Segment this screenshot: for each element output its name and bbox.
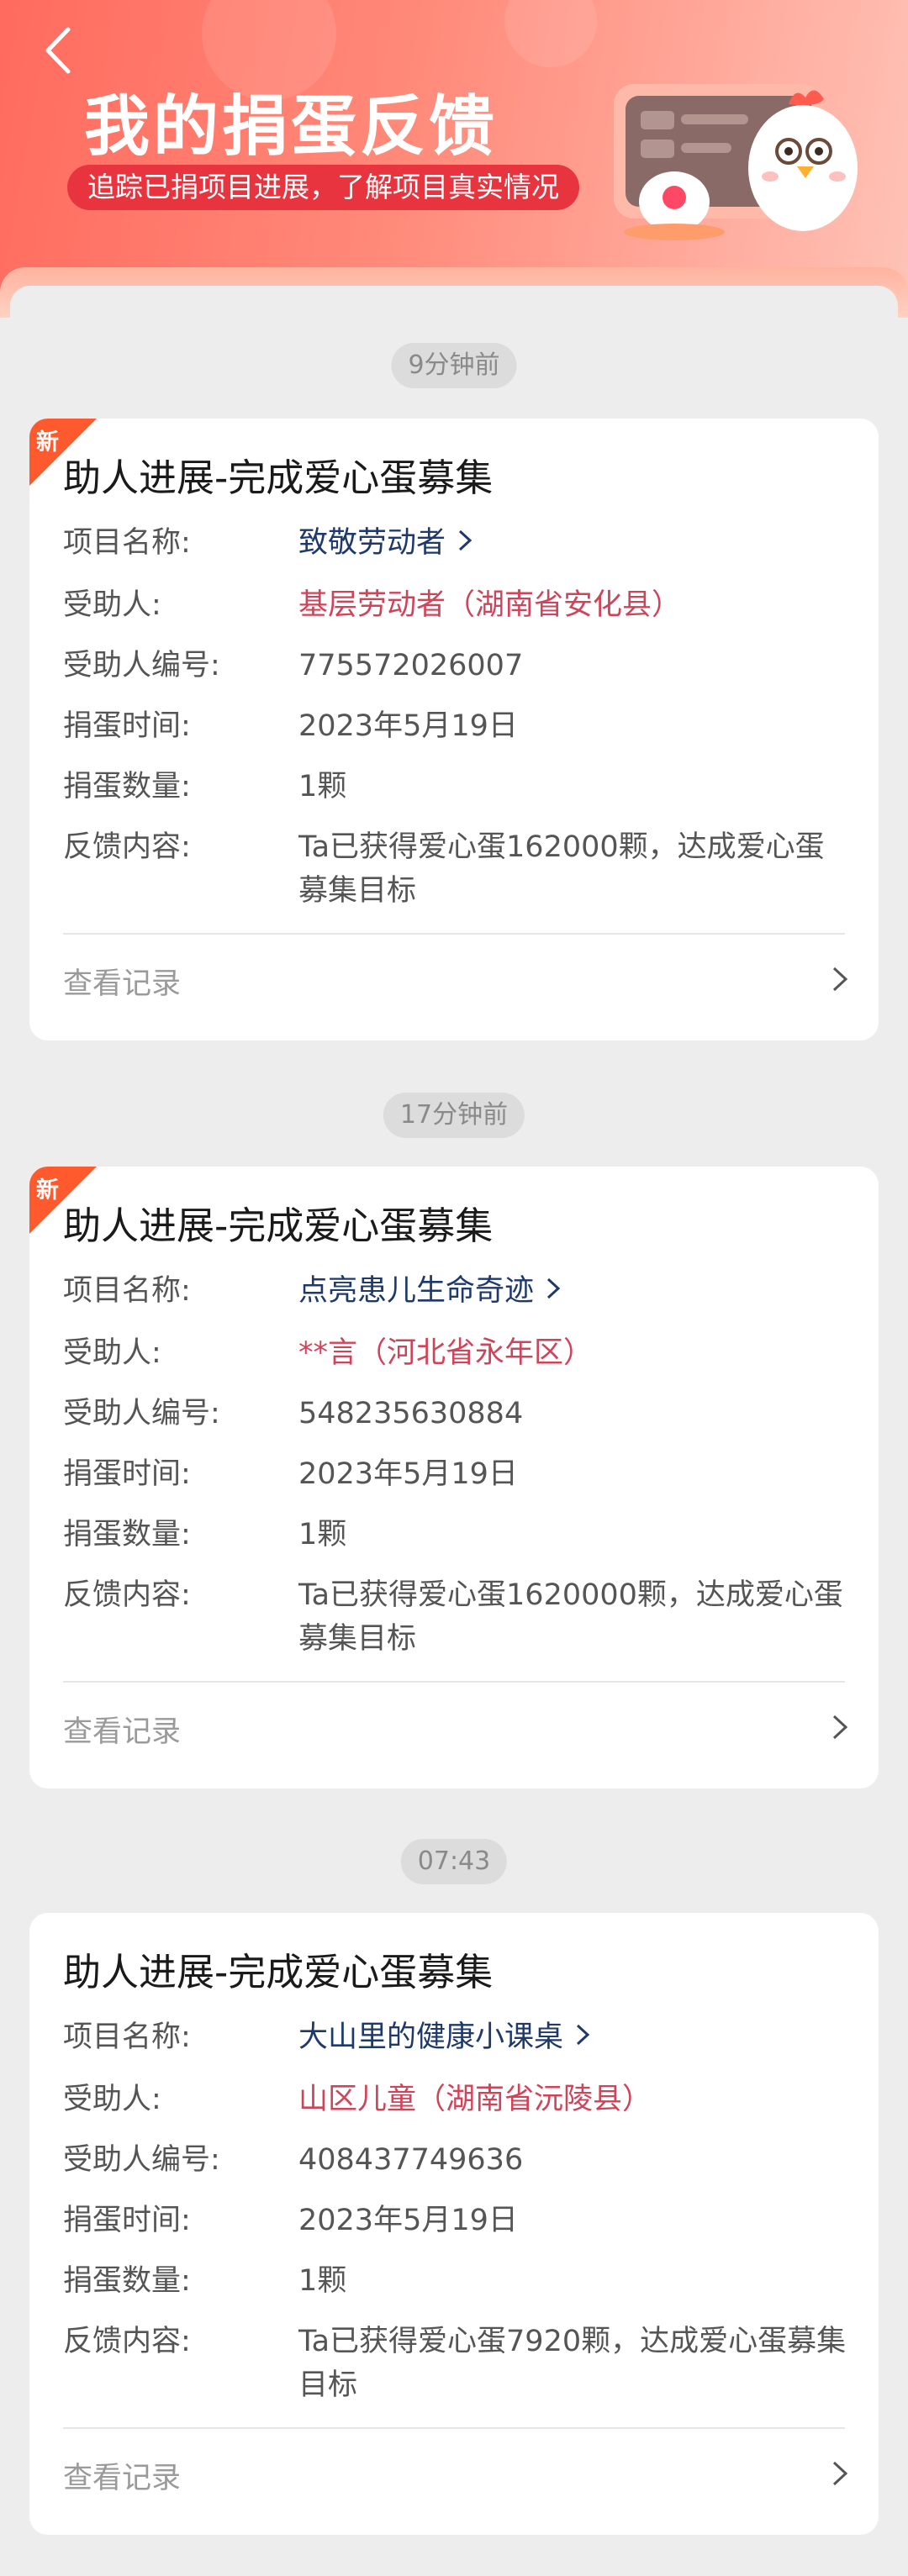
egg-count-value: 1颗: [298, 2264, 347, 2298]
timestamp-pill: 17分钟前: [383, 1093, 525, 1138]
feedback-value: Ta已获得爱心蛋1620000颗，达成爱心蛋募集目标: [298, 1578, 843, 1656]
egg-count-label: 捐蛋数量:: [63, 1518, 191, 1551]
donate-time-value: 2023年5月19日: [298, 2204, 518, 2237]
view-record-label: 查看记录: [63, 1715, 182, 1749]
project-link[interactable]: 点亮患儿生命奇迹: [298, 1269, 853, 1313]
egg-count-value: 1颗: [298, 770, 347, 803]
heart-decoration: [504, 0, 597, 67]
recipient-id-label: 受助人编号:: [63, 1397, 220, 1430]
recipient-value: **言（河北省永年区）: [298, 1336, 594, 1370]
recipient-id-value: 775572026007: [298, 649, 524, 682]
new-badge-label: 新: [36, 1177, 59, 1204]
timestamp-pill: 9分钟前: [391, 343, 517, 388]
recipient-id-label: 受助人编号:: [63, 649, 220, 682]
feedback-card[interactable]: 新 助人进展-完成爱心蛋募集 项目名称: 致敬劳动者 受助人: 基层劳动者（湖南…: [29, 419, 879, 1040]
header-banner: 我的捐蛋反馈 追踪已捐项目进展，了解项目真实情况: [0, 0, 908, 294]
project-label: 项目名称:: [63, 1274, 191, 1308]
chevron-right-icon: [832, 2461, 848, 2486]
chevron-right-icon: [832, 967, 848, 992]
back-button[interactable]: [34, 24, 81, 77]
feedback-card[interactable]: 新 助人进展-完成爱心蛋募集 项目名称: 点亮患儿生命奇迹 受助人: **言（河…: [29, 1167, 879, 1788]
project-label: 项目名称:: [63, 2020, 191, 2054]
project-name: 大山里的健康小课桌: [298, 2020, 564, 2054]
egg-count-value: 1颗: [298, 1518, 347, 1551]
recipient-value: 基层劳动者（湖南省安化县）: [298, 588, 682, 622]
recipient-id-label: 受助人编号:: [63, 2143, 220, 2177]
project-label: 项目名称:: [63, 526, 191, 560]
chevron-right-icon: [547, 1277, 561, 1299]
recipient-label: 受助人:: [63, 1336, 161, 1370]
recipient-id-value: 408437749636: [298, 2143, 524, 2177]
feedback-card[interactable]: 助人进展-完成爱心蛋募集 项目名称: 大山里的健康小课桌 受助人: 山区儿童（湖…: [29, 1913, 879, 2535]
chevron-left-icon: [45, 27, 71, 74]
timestamp-pill: 07:43: [400, 1839, 508, 1884]
view-record-label: 查看记录: [63, 967, 182, 1001]
card-title: 助人进展-完成爱心蛋募集: [63, 1950, 494, 1994]
divider: [63, 1681, 845, 1683]
recipient-value: 山区儿童（湖南省沅陵县）: [298, 2083, 652, 2116]
page-title: 我的捐蛋反馈: [84, 89, 499, 165]
egg-count-label: 捐蛋数量:: [63, 2264, 191, 2298]
chicken-illustration: [614, 84, 858, 240]
feedback-label: 反馈内容:: [63, 2325, 191, 2358]
donate-time-label: 捐蛋时间:: [63, 709, 191, 743]
donate-time-label: 捐蛋时间:: [63, 2204, 191, 2237]
donate-time-value: 2023年5月19日: [298, 709, 518, 743]
egg-count-label: 捐蛋数量:: [63, 770, 191, 803]
view-record-label: 查看记录: [63, 2462, 182, 2495]
recipient-id-value: 548235630884: [298, 1397, 524, 1430]
chevron-right-icon: [577, 2024, 590, 2046]
recipient-label: 受助人:: [63, 2083, 161, 2116]
view-record-button[interactable]: 查看记录: [63, 2442, 849, 2510]
feedback-label: 反馈内容:: [63, 830, 191, 864]
new-badge-label: 新: [36, 429, 59, 456]
panel-edge: [0, 267, 908, 319]
view-record-button[interactable]: 查看记录: [63, 1696, 849, 1763]
divider: [63, 2427, 845, 2429]
divider: [63, 933, 845, 935]
project-link[interactable]: 大山里的健康小课桌: [298, 2015, 853, 2059]
feedback-value: Ta已获得爱心蛋162000颗，达成爱心蛋募集目标: [298, 830, 825, 908]
page-subtitle: 追踪已捐项目进展，了解项目真实情况: [67, 165, 579, 210]
donate-time-value: 2023年5月19日: [298, 1457, 518, 1491]
view-record-button[interactable]: 查看记录: [63, 948, 849, 1015]
project-name: 致敬劳动者: [298, 526, 446, 560]
donate-time-label: 捐蛋时间:: [63, 1457, 191, 1491]
feedback-label: 反馈内容:: [63, 1578, 191, 1612]
project-name: 点亮患儿生命奇迹: [298, 1274, 535, 1308]
recipient-label: 受助人:: [63, 588, 161, 622]
card-title: 助人进展-完成爱心蛋募集: [63, 1204, 494, 1248]
feedback-value: Ta已获得爱心蛋7920颗，达成爱心蛋募集目标: [298, 2325, 847, 2402]
chevron-right-icon: [459, 529, 472, 551]
project-link[interactable]: 致敬劳动者: [298, 521, 853, 565]
card-title: 助人进展-完成爱心蛋募集: [63, 456, 494, 500]
chevron-right-icon: [832, 1715, 848, 1740]
